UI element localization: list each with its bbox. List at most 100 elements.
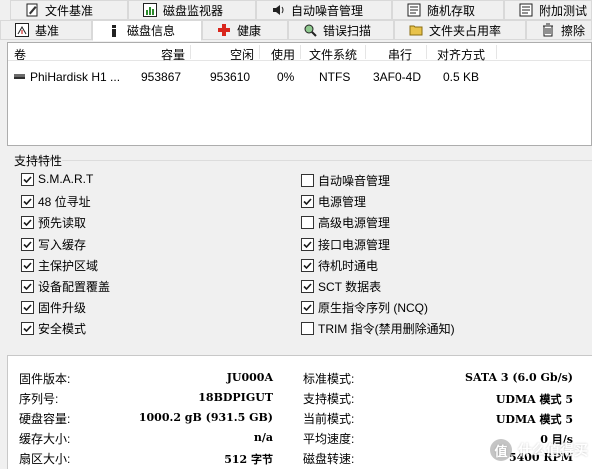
- feature-right-6[interactable]: 原生指令序列 (NCQ): [301, 299, 428, 316]
- table-row[interactable]: PhiHardisk H1 ... 953867 953610 0% NTFS …: [8, 67, 591, 85]
- detail-label: 硬盘容量:: [19, 412, 71, 426]
- col-volume[interactable]: 卷: [14, 46, 26, 63]
- tab-label: 文件基准: [45, 3, 94, 18]
- checkbox-checked[interactable]: [21, 301, 34, 315]
- checkbox-checked[interactable]: [21, 280, 34, 293]
- tab-benchmark[interactable]: 基准: [0, 20, 92, 40]
- feature-right-2[interactable]: 高级电源管理: [301, 214, 390, 231]
- feature-left-4[interactable]: 主保护区域: [21, 257, 98, 274]
- tab-folder-usage[interactable]: 文件夹占用率: [394, 20, 526, 40]
- folder-icon: [409, 23, 423, 37]
- col-alignment[interactable]: 对齐方式: [437, 46, 485, 63]
- detail-value: UDMA 模式 5: [495, 393, 573, 406]
- detail-value: SATA 3 (6.0 Gb/s): [465, 371, 573, 384]
- checkbox-checked[interactable]: [301, 258, 314, 272]
- column-divider: [259, 45, 260, 59]
- detail-label: 扇区大小:: [19, 452, 71, 466]
- detail-label: 平均速度:: [303, 432, 355, 446]
- detail-label: 固件版本:: [19, 372, 71, 386]
- checkbox-checked[interactable]: [301, 237, 314, 251]
- feature-left-5[interactable]: 设备配置覆盖: [21, 278, 110, 295]
- tab-random-access[interactable]: 随机存取: [392, 0, 504, 20]
- checkbox-checked[interactable]: [301, 301, 314, 315]
- checkmark-icon: [23, 175, 32, 183]
- tab-health[interactable]: 健康: [202, 20, 288, 40]
- feature-left-7[interactable]: 安全模式: [21, 320, 86, 337]
- feature-right-5[interactable]: SCT 数据表: [301, 278, 381, 295]
- feature-right-4[interactable]: 待机时通电: [301, 257, 378, 274]
- tab-auto-noise[interactable]: 自动噪音管理: [256, 0, 392, 20]
- checkbox-unchecked[interactable]: [301, 216, 314, 230]
- feature-right-3[interactable]: 接口电源管理: [301, 236, 390, 253]
- tab-label: 擦除: [561, 23, 586, 38]
- feature-label: 接口电源管理: [318, 237, 391, 252]
- checkbox-checked[interactable]: [21, 322, 34, 336]
- tab-label: 磁盘监视器: [163, 3, 224, 18]
- tab-label: 错误扫描: [323, 23, 372, 38]
- drive-list[interactable]: 卷 容量 空闲 使用 文件系统 串行 对齐方式 PhiHardisk H1 ..…: [7, 42, 592, 146]
- features-group-title: 支持特性: [14, 154, 63, 168]
- checkbox-checked[interactable]: [21, 172, 34, 186]
- checkmark-icon: [303, 304, 312, 312]
- cell-used: 0%: [277, 70, 295, 84]
- col-capacity[interactable]: 容量: [161, 46, 185, 63]
- feature-label: 写入缓存: [38, 237, 87, 252]
- checkbox-checked[interactable]: [301, 280, 314, 293]
- tab-error-scan[interactable]: 错误扫描: [288, 20, 394, 40]
- detail-label: 当前模式:: [303, 412, 355, 426]
- info-icon: [107, 24, 121, 38]
- checkbox-unchecked[interactable]: [301, 322, 314, 336]
- tab-file-benchmark[interactable]: 文件基准: [10, 0, 128, 20]
- feature-left-2[interactable]: 预先读取: [21, 214, 86, 231]
- col-serial[interactable]: 串行: [388, 46, 412, 63]
- cell-capacity: 953867: [141, 70, 182, 84]
- tab-extra-tests[interactable]: 附加测试: [504, 0, 592, 20]
- detail-value: 1000.2 gB (931.5 GB): [138, 411, 273, 424]
- checkmark-icon: [303, 283, 312, 291]
- tab-label: 磁盘信息: [127, 24, 176, 38]
- watermark-badge: 值: [490, 439, 512, 461]
- feature-right-1[interactable]: 电源管理: [301, 193, 366, 210]
- detail-label: 支持模式:: [303, 392, 355, 406]
- checkmark-icon: [303, 198, 312, 206]
- feature-left-6[interactable]: 固件升级: [21, 299, 86, 316]
- watermark: 值 什么值得买: [490, 439, 588, 461]
- feature-label: 48 位寻址: [38, 195, 91, 210]
- checkmark-icon: [23, 283, 32, 291]
- feature-right-7[interactable]: TRIM 指令(禁用删除通知): [301, 320, 455, 337]
- checkmark-icon: [23, 262, 32, 269]
- pencil-icon: [25, 3, 39, 17]
- feature-label: 固件升级: [38, 301, 87, 316]
- speaker-icon: [271, 3, 285, 17]
- column-divider: [426, 45, 427, 59]
- checkbox-unchecked[interactable]: [301, 174, 314, 187]
- tab-disk-monitor[interactable]: 磁盘监视器: [128, 0, 256, 20]
- checkmark-icon: [23, 304, 32, 312]
- checkmark-icon: [23, 241, 32, 248]
- checkbox-checked[interactable]: [21, 216, 34, 230]
- checkbox-checked[interactable]: [21, 195, 34, 209]
- feature-label: SCT 数据表: [318, 280, 382, 294]
- checkbox-checked[interactable]: [21, 258, 34, 272]
- tab-row-bottom: 基准 磁盘信息 健康 错误扫描 文件夹占用率 擦除: [0, 20, 592, 41]
- checkbox-checked[interactable]: [301, 195, 314, 209]
- feature-label: 预先读取: [38, 216, 87, 231]
- checkmark-icon: [23, 198, 32, 206]
- col-free[interactable]: 空闲: [230, 46, 254, 63]
- feature-left-0[interactable]: S.M.A.R.T: [21, 172, 93, 186]
- feature-left-1[interactable]: 48 位寻址: [21, 193, 91, 210]
- checkbox-checked[interactable]: [21, 237, 34, 251]
- col-used[interactable]: 使用: [271, 46, 295, 63]
- feature-right-0[interactable]: 自动噪音管理: [301, 172, 390, 189]
- feature-left-3[interactable]: 写入缓存: [21, 236, 86, 253]
- gauge-icon: [15, 23, 29, 37]
- red-cross-icon: [217, 23, 231, 37]
- tab-erase[interactable]: 擦除: [526, 20, 592, 40]
- trash-icon: [541, 23, 555, 37]
- checkmark-icon: [303, 241, 312, 248]
- tab-disk-info[interactable]: 磁盘信息: [92, 20, 202, 41]
- detail-value: JU000A: [226, 371, 273, 384]
- tab-label: 基准: [35, 23, 60, 38]
- col-filesystem[interactable]: 文件系统: [309, 46, 357, 63]
- column-divider: [300, 45, 301, 59]
